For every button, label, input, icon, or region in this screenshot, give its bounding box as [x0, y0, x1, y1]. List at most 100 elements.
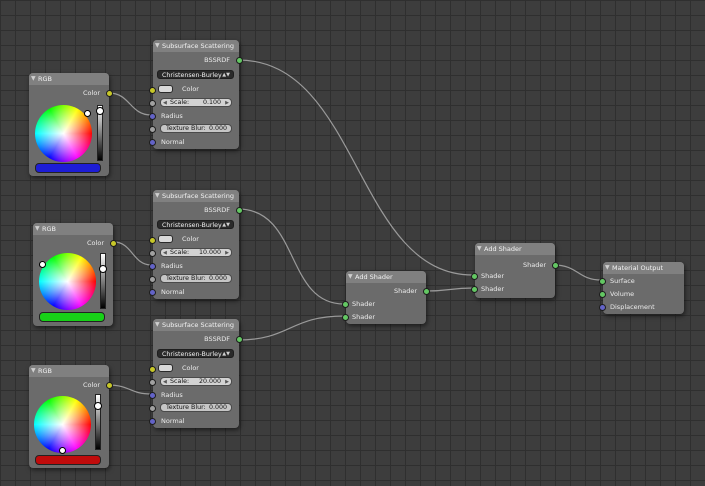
shader-input-socket[interactable]: [342, 301, 349, 308]
texture-blur-input-socket[interactable]: [149, 405, 156, 412]
value-slider-handle[interactable]: [94, 402, 102, 410]
shader-input-label: Shader: [352, 300, 376, 308]
surface-input-socket[interactable]: [599, 278, 606, 285]
normal-input-socket[interactable]: [149, 139, 156, 146]
shader-output-socket[interactable]: [423, 288, 430, 295]
add-shader-node[interactable]: ▼ Add Shader Shader Shader Shader: [471, 243, 559, 298]
color-swatch[interactable]: [158, 235, 173, 243]
increment-arrow-icon[interactable]: ▶: [225, 378, 229, 386]
normal-input-socket[interactable]: [149, 418, 156, 425]
bssrdf-output-label: BSSRDF: [204, 335, 230, 343]
rgb-node[interactable]: ▼ RGB Color: [29, 73, 113, 176]
collapse-triangle-icon[interactable]: ▼: [477, 243, 482, 255]
radius-input-label: Radius: [161, 112, 183, 120]
add-shader-node[interactable]: ▼ Add Shader Shader Shader Shader: [342, 271, 430, 324]
decrement-arrow-icon[interactable]: ◀: [163, 99, 167, 107]
radius-input-socket[interactable]: [149, 263, 156, 270]
add-shader-header[interactable]: ▼ Add Shader: [475, 243, 555, 255]
value-slider[interactable]: [94, 394, 102, 450]
texture-blur-input-socket[interactable]: [149, 126, 156, 133]
value-slider[interactable]: [96, 105, 104, 161]
rgb-node-header[interactable]: ▼ RGB: [29, 365, 109, 377]
color-output-socket[interactable]: [106, 382, 113, 389]
shader-input-socket[interactable]: [342, 314, 349, 321]
falloff-dropdown[interactable]: Christensen-Burley ▲▼: [157, 220, 234, 229]
scale-field[interactable]: ◀ Scale: 10.000 ▶: [160, 248, 232, 257]
texture-blur-field[interactable]: Texture Blur: 0.000: [160, 274, 232, 283]
value-slider-handle[interactable]: [99, 265, 107, 273]
subsurface-scattering-node[interactable]: ▼ Subsurface Scattering BSSRDF Christens…: [149, 319, 243, 428]
shader-output-socket[interactable]: [552, 262, 559, 269]
color-wheel-cursor[interactable]: [59, 447, 66, 454]
falloff-dropdown[interactable]: Christensen-Burley ▲▼: [157, 349, 234, 358]
scale-input-socket[interactable]: [149, 250, 156, 257]
sss-node-header[interactable]: ▼ Subsurface Scattering: [153, 319, 239, 331]
color-input-socket[interactable]: [149, 366, 156, 373]
color-wheel-cursor[interactable]: [39, 261, 46, 268]
scale-value: 10.000: [198, 249, 221, 256]
bssrdf-output-socket[interactable]: [236, 57, 243, 64]
increment-arrow-icon[interactable]: ▶: [225, 99, 229, 107]
scale-field[interactable]: ◀ Scale: 0.100 ▶: [160, 98, 232, 107]
decrement-arrow-icon[interactable]: ◀: [163, 249, 167, 257]
rgb-node[interactable]: ▼ RGB Color: [33, 223, 117, 326]
radius-input-socket[interactable]: [149, 113, 156, 120]
color-input-label: Color: [182, 235, 199, 243]
collapse-triangle-icon[interactable]: ▼: [605, 262, 610, 274]
value-slider-handle[interactable]: [96, 107, 104, 115]
color-swatch[interactable]: [158, 85, 173, 93]
collapse-triangle-icon[interactable]: ▼: [35, 223, 40, 235]
color-wheel-cursor[interactable]: [84, 110, 91, 117]
collapse-triangle-icon[interactable]: ▼: [31, 73, 36, 85]
scale-input-socket[interactable]: [149, 379, 156, 386]
scale-field[interactable]: ◀ Scale: 20.000 ▶: [160, 377, 232, 386]
collapse-triangle-icon[interactable]: ▼: [155, 190, 160, 202]
color-swatch-bar[interactable]: [39, 312, 105, 322]
material-output-node[interactable]: ▼ Material Output Surface Volume Displac…: [599, 262, 684, 314]
add-shader-header[interactable]: ▼ Add Shader: [346, 271, 426, 283]
shader-output-label: Shader: [522, 261, 546, 269]
node-title: RGB: [38, 367, 53, 375]
color-input-socket[interactable]: [149, 237, 156, 244]
falloff-dropdown[interactable]: Christensen-Burley ▲▼: [157, 70, 234, 79]
radius-input-label: Radius: [161, 391, 183, 399]
increment-arrow-icon[interactable]: ▶: [225, 249, 229, 257]
normal-input-label: Normal: [161, 417, 185, 425]
sss-node-header[interactable]: ▼ Subsurface Scattering: [153, 190, 239, 202]
collapse-triangle-icon[interactable]: ▼: [155, 319, 160, 331]
subsurface-scattering-node[interactable]: ▼ Subsurface Scattering BSSRDF Christens…: [149, 40, 243, 149]
shader-input-socket[interactable]: [471, 286, 478, 293]
color-output-socket[interactable]: [106, 90, 113, 97]
texture-blur-field[interactable]: Texture Blur: 0.000: [160, 403, 232, 412]
color-output-socket[interactable]: [110, 240, 117, 247]
bssrdf-output-socket[interactable]: [236, 207, 243, 214]
material-output-header[interactable]: ▼ Material Output: [603, 262, 684, 274]
displacement-input-socket[interactable]: [599, 304, 606, 311]
color-swatch[interactable]: [158, 364, 173, 372]
decrement-arrow-icon[interactable]: ◀: [163, 378, 167, 386]
sss-node-header[interactable]: ▼ Subsurface Scattering: [153, 40, 239, 52]
collapse-triangle-icon[interactable]: ▼: [31, 365, 36, 377]
rgb-node-header[interactable]: ▼ RGB: [29, 73, 109, 85]
texture-blur-field[interactable]: Texture Blur: 0.000: [160, 124, 232, 133]
color-input-socket[interactable]: [149, 87, 156, 94]
volume-input-socket[interactable]: [599, 291, 606, 298]
value-slider[interactable]: [99, 253, 107, 309]
subsurface-scattering-node[interactable]: ▼ Subsurface Scattering BSSRDF Christens…: [149, 190, 243, 299]
shader-input-socket[interactable]: [471, 273, 478, 280]
color-wheel[interactable]: [34, 396, 91, 453]
scale-input-socket[interactable]: [149, 100, 156, 107]
color-swatch-bar[interactable]: [35, 455, 101, 465]
collapse-triangle-icon[interactable]: ▼: [348, 271, 353, 283]
rgb-node-header[interactable]: ▼ RGB: [33, 223, 113, 235]
texture-blur-input-socket[interactable]: [149, 276, 156, 283]
collapse-triangle-icon[interactable]: ▼: [155, 40, 160, 52]
color-swatch-bar[interactable]: [35, 163, 101, 173]
bssrdf-output-label: BSSRDF: [204, 206, 230, 214]
rgb-node[interactable]: ▼ RGB Color: [29, 365, 113, 468]
radius-input-socket[interactable]: [149, 392, 156, 399]
normal-input-socket[interactable]: [149, 289, 156, 296]
color-wheel[interactable]: [39, 253, 96, 310]
bssrdf-output-socket[interactable]: [236, 336, 243, 343]
texture-blur-label: Texture Blur:: [166, 125, 206, 132]
